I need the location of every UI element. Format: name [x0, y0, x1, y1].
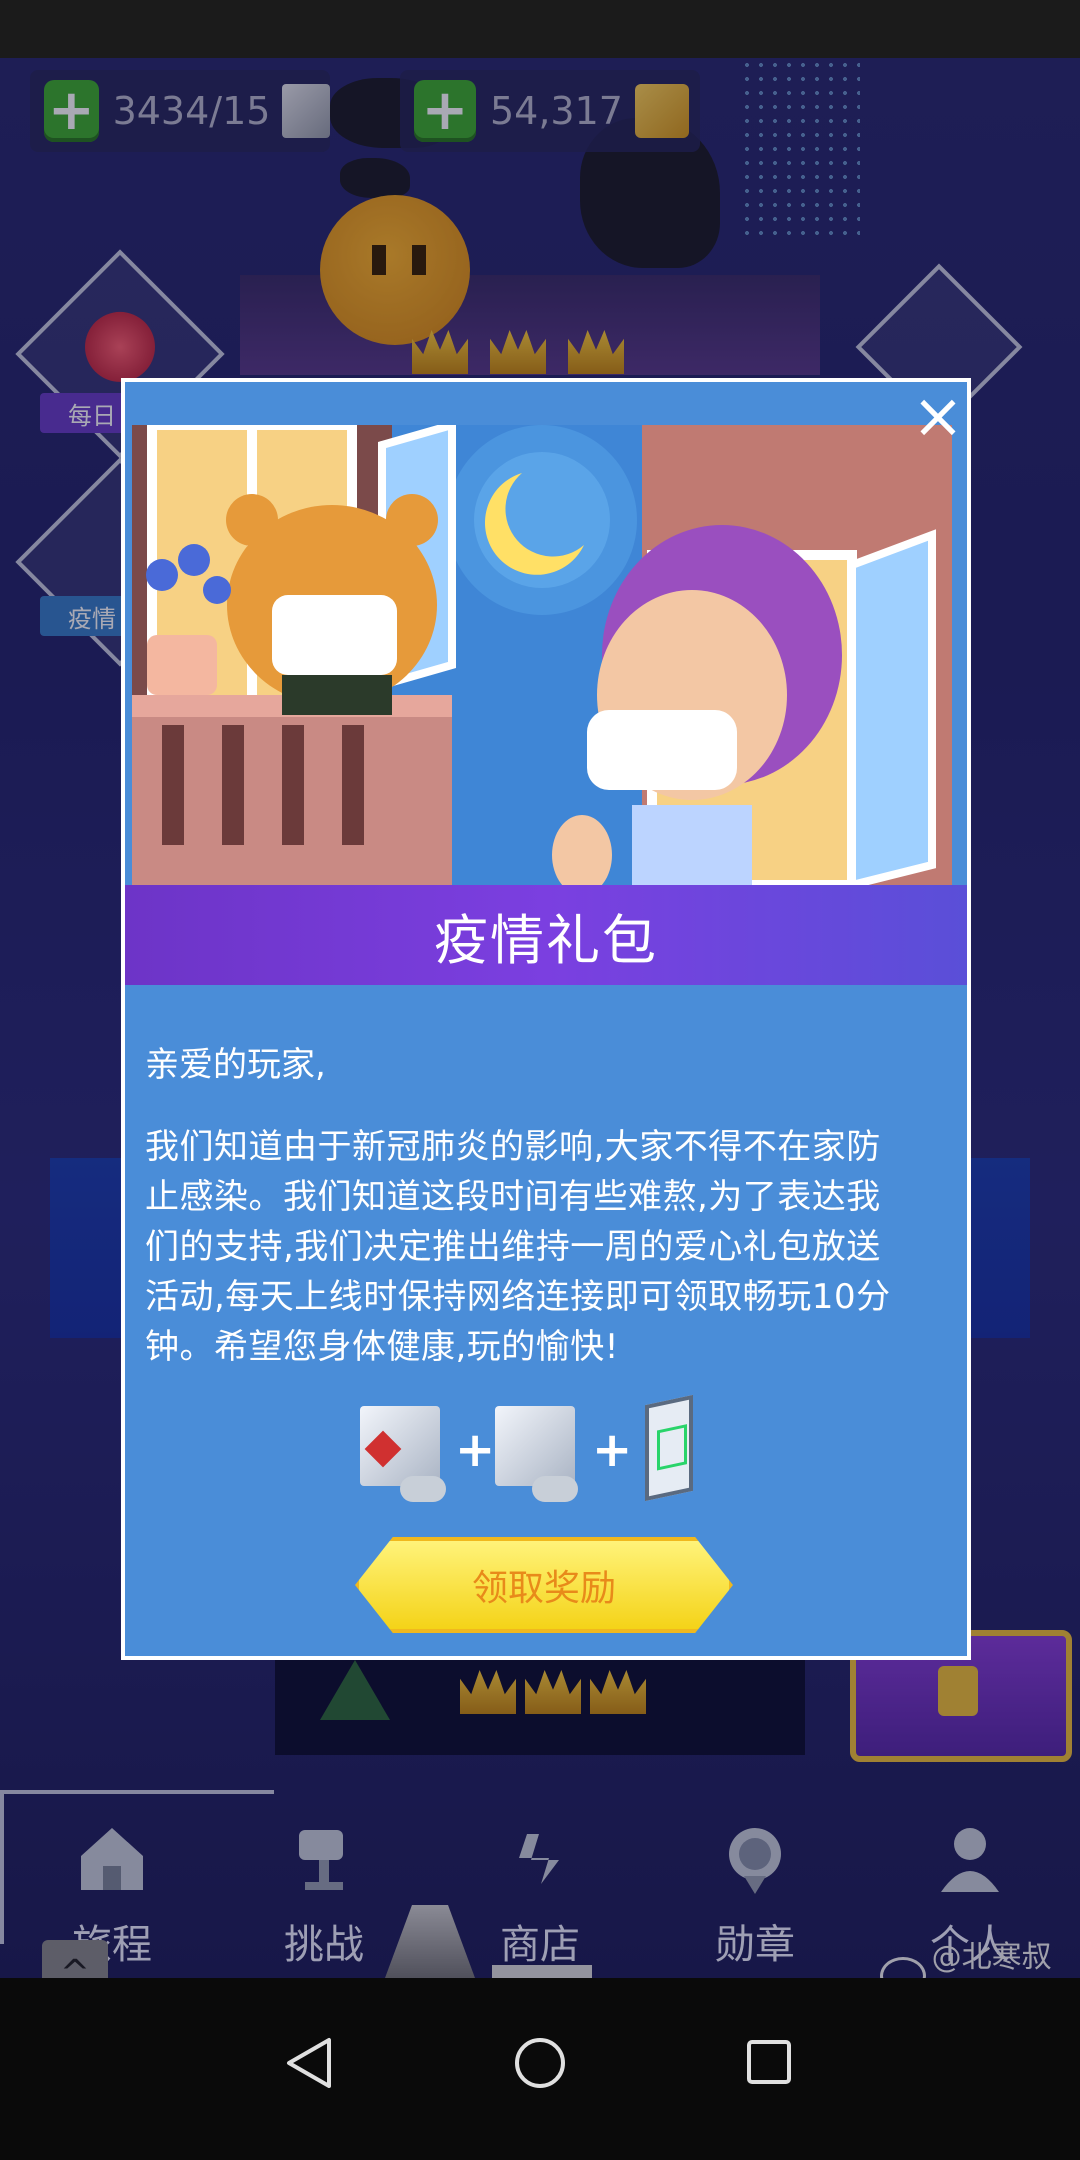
dialog-greeting: 亲爱的玩家,	[145, 1045, 326, 1085]
plus-sign: +	[592, 1422, 633, 1478]
message-line: 钟。希望您身体健康,玩的愉快!	[145, 1327, 619, 1367]
infinity-icon	[532, 1476, 578, 1502]
heart-icon	[364, 1430, 402, 1468]
heart-cube-reward-icon	[360, 1406, 440, 1486]
close-button[interactable]: ×	[910, 385, 966, 447]
message-line: 止感染。我们知道这段时间有些难熬,为了表达我	[145, 1177, 881, 1217]
claim-reward-button[interactable]: 领取奖励	[355, 1537, 733, 1633]
plus-sign: +	[455, 1422, 496, 1478]
cube-reward-icon	[495, 1406, 575, 1486]
dialog-title: 疫情礼包	[434, 908, 658, 972]
gift-illustration	[132, 425, 952, 885]
infinity-icon	[400, 1476, 446, 1502]
claim-reward-label: 领取奖励	[471, 1568, 616, 1609]
dialog-message: 我们知道由于新冠肺炎的影响,大家不得不在家防 止感染。我们知道这段时间有些难熬,…	[145, 1122, 955, 1372]
window-reward-icon	[645, 1394, 693, 1502]
status-bar	[0, 0, 1080, 58]
message-line: 活动,每天上线时保持网络连接即可领取畅玩10分	[145, 1277, 891, 1317]
dialog-title-band: 疫情礼包	[125, 885, 967, 985]
message-line: 我们知道由于新冠肺炎的影响,大家不得不在家防	[145, 1127, 881, 1167]
system-navigation-bar	[0, 1978, 1080, 2160]
reward-items: + +	[360, 1394, 710, 1510]
home-icon[interactable]	[513, 2036, 567, 2090]
recents-icon[interactable]	[745, 2038, 793, 2086]
back-icon[interactable]	[285, 2036, 335, 2090]
message-line: 们的支持,我们决定推出维持一周的爱心礼包放送	[145, 1227, 881, 1267]
